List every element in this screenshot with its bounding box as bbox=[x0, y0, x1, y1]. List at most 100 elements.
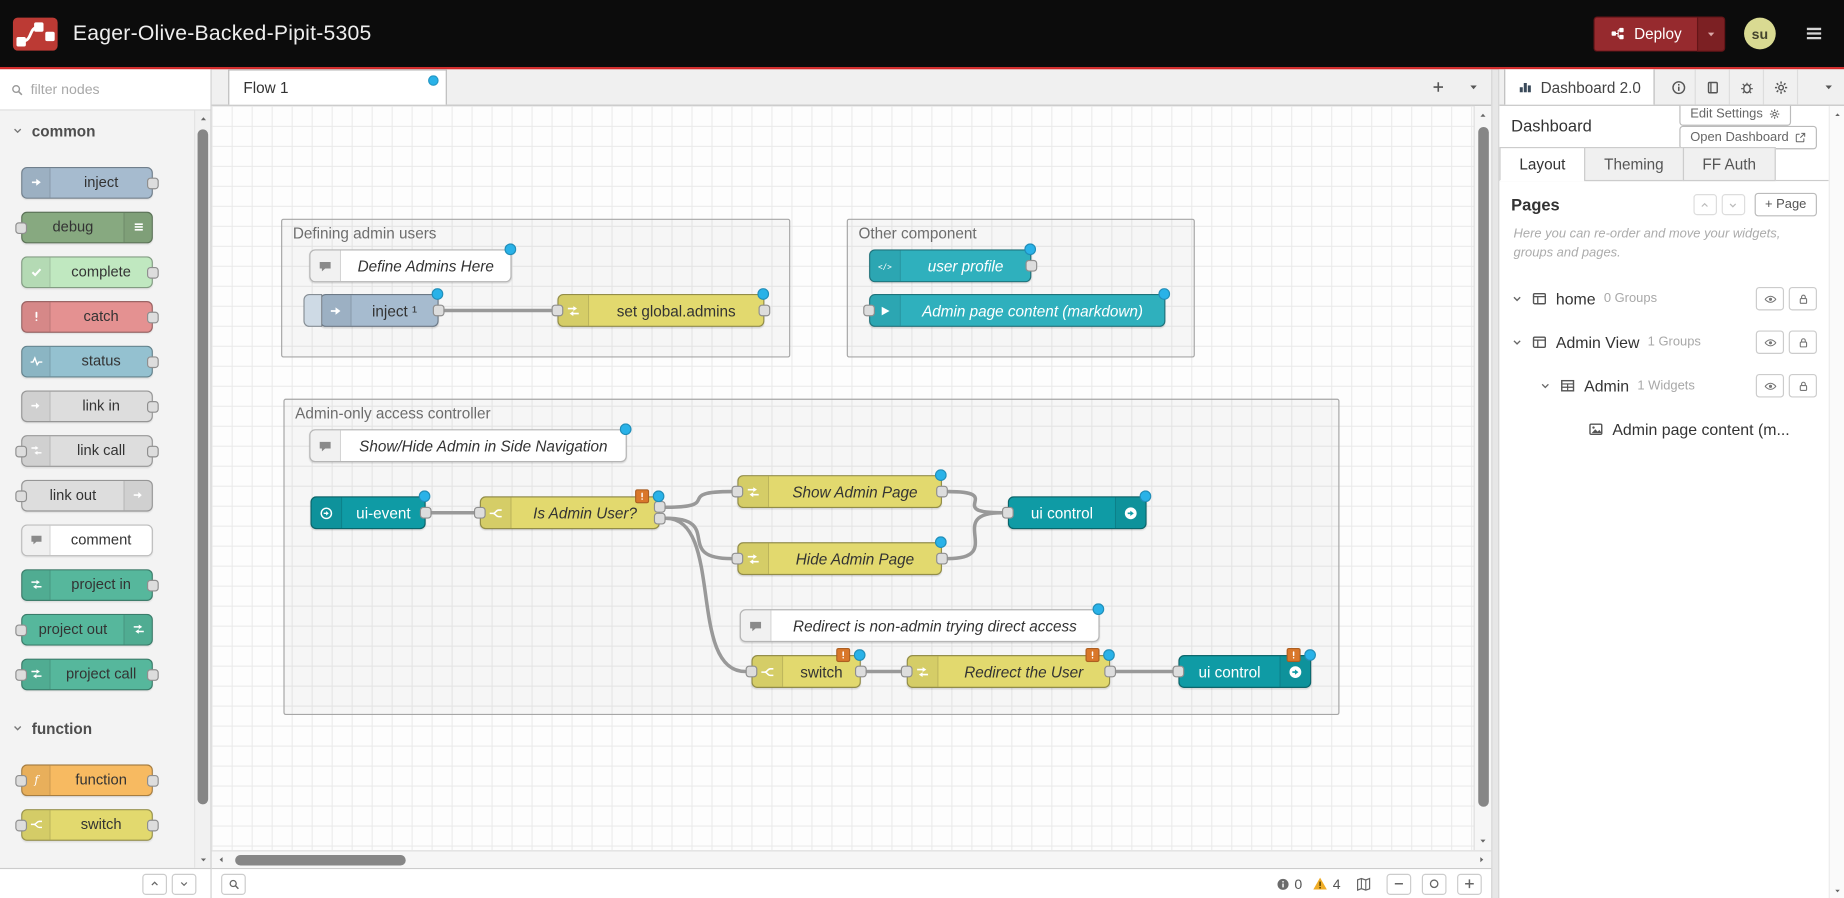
palette-node-inject[interactable]: inject bbox=[21, 166, 153, 198]
deploy-options-button[interactable] bbox=[1697, 16, 1725, 51]
flow-node-change1[interactable]: set global.admins bbox=[557, 294, 764, 327]
palette-node-status[interactable]: status bbox=[21, 345, 153, 377]
palette-node-comment[interactable]: comment bbox=[21, 524, 153, 556]
sidebar-scrollbar[interactable] bbox=[1829, 106, 1844, 898]
tab-layout[interactable]: Layout bbox=[1499, 147, 1585, 181]
move-page-down-button[interactable] bbox=[1721, 194, 1745, 215]
sidebar-tab-list-button[interactable] bbox=[1813, 69, 1844, 104]
flow-node-change3[interactable]: Hide Admin Page bbox=[737, 542, 942, 575]
page-tree-row-2[interactable]: Admin1 Widgets bbox=[1499, 364, 1828, 408]
flow-node-uicontrol2[interactable]: ui control bbox=[1178, 655, 1311, 688]
palette-filter-input[interactable] bbox=[31, 81, 200, 97]
node-input-port[interactable] bbox=[1002, 507, 1014, 519]
scroll-up-icon[interactable] bbox=[1475, 107, 1491, 123]
palette-expand-all-button[interactable] bbox=[172, 873, 197, 894]
navigator-toggle-button[interactable] bbox=[1351, 873, 1376, 894]
node-output-port[interactable] bbox=[1104, 666, 1116, 678]
palette-node-project-call[interactable]: project call bbox=[21, 658, 153, 690]
tab-config-button[interactable] bbox=[1764, 69, 1798, 104]
node-output-port[interactable] bbox=[1025, 260, 1037, 272]
palette-node-link-out[interactable]: link out bbox=[21, 479, 153, 511]
node-output-port[interactable] bbox=[759, 305, 771, 317]
scroll-right-icon[interactable] bbox=[1474, 851, 1490, 867]
node-output-port[interactable] bbox=[433, 305, 445, 317]
lock-toggle-button[interactable] bbox=[1789, 287, 1817, 311]
page-tree-row-3[interactable]: Admin page content (m... bbox=[1499, 408, 1828, 452]
zoom-reset-button[interactable] bbox=[1422, 873, 1447, 894]
tab-dashboard-2[interactable]: Dashboard 2.0 bbox=[1504, 69, 1655, 104]
palette-node-project-in[interactable]: project in bbox=[21, 569, 153, 601]
deploy-button[interactable]: Deploy bbox=[1593, 16, 1697, 51]
palette-category-function[interactable]: function bbox=[0, 708, 194, 748]
node-input-port[interactable] bbox=[746, 666, 758, 678]
node-input-port[interactable] bbox=[474, 507, 486, 519]
open-dashboard-button[interactable]: Open Dashboard bbox=[1680, 126, 1817, 150]
node-input-port[interactable] bbox=[731, 486, 743, 498]
canvas-vertical-scrollbar[interactable] bbox=[1474, 106, 1492, 850]
node-output-port[interactable] bbox=[936, 553, 948, 565]
canvas-horizontal-scrollbar[interactable] bbox=[212, 850, 1492, 868]
flow-canvas[interactable]: Defining admin usersOther componentAdmin… bbox=[212, 106, 1474, 850]
lock-toggle-button[interactable] bbox=[1789, 374, 1817, 398]
visibility-toggle-button[interactable] bbox=[1756, 374, 1784, 398]
flow-node-change2[interactable]: Show Admin Page bbox=[737, 475, 942, 508]
tab-debug-button[interactable] bbox=[1730, 69, 1764, 104]
lock-toggle-button[interactable] bbox=[1789, 331, 1817, 355]
palette-node-debug[interactable]: debug bbox=[21, 211, 153, 243]
node-output-port[interactable] bbox=[654, 501, 666, 513]
flow-tab[interactable]: Flow 1 bbox=[228, 69, 447, 104]
move-page-up-button[interactable] bbox=[1693, 194, 1717, 215]
flow-node-change4[interactable]: Redirect the User bbox=[907, 655, 1110, 688]
palette-collapse-all-button[interactable] bbox=[142, 873, 167, 894]
flow-node-markdown1[interactable]: Admin page content (markdown) bbox=[869, 294, 1165, 327]
scroll-up-icon[interactable] bbox=[1830, 106, 1844, 122]
tab-info-button[interactable] bbox=[1662, 69, 1696, 104]
visibility-toggle-button[interactable] bbox=[1756, 287, 1784, 311]
inject-button[interactable] bbox=[303, 294, 322, 327]
flow-node-uievent1[interactable]: ui-event bbox=[310, 496, 425, 529]
flow-node-template1[interactable]: </>user profile bbox=[869, 249, 1031, 282]
palette-node-link-call[interactable]: link call bbox=[21, 435, 153, 467]
flow-node-switch2[interactable]: switch bbox=[751, 655, 860, 688]
page-tree-row-0[interactable]: home0 Groups bbox=[1499, 277, 1828, 321]
flow-node-comment3[interactable]: Redirect is non-admin trying direct acce… bbox=[740, 609, 1100, 642]
flow-node-uicontrol1[interactable]: ui control bbox=[1008, 496, 1147, 529]
scroll-down-icon[interactable] bbox=[1830, 882, 1844, 898]
node-output-port[interactable] bbox=[420, 507, 432, 519]
zoom-in-button[interactable] bbox=[1457, 873, 1482, 894]
user-avatar[interactable]: su bbox=[1744, 18, 1776, 50]
canvas-hscroll-thumb[interactable] bbox=[235, 855, 406, 866]
palette-scroll-thumb[interactable] bbox=[198, 129, 209, 804]
canvas-vscroll-thumb[interactable] bbox=[1478, 127, 1489, 807]
palette-node-link-in[interactable]: link in bbox=[21, 390, 153, 422]
tab-help-button[interactable] bbox=[1696, 69, 1730, 104]
flow-node-comment2[interactable]: Show/Hide Admin in Side Navigation bbox=[309, 429, 627, 462]
node-input-port[interactable] bbox=[901, 666, 913, 678]
palette-node-switch[interactable]: switch bbox=[21, 809, 153, 841]
scroll-left-icon[interactable] bbox=[213, 851, 229, 867]
palette-scrollbar[interactable] bbox=[194, 111, 210, 868]
palette-node-catch[interactable]: catch bbox=[21, 300, 153, 332]
visibility-toggle-button[interactable] bbox=[1756, 331, 1784, 355]
page-tree-row-1[interactable]: Admin View1 Groups bbox=[1499, 321, 1828, 365]
flow-node-switch1[interactable]: Is Admin User? bbox=[480, 496, 660, 529]
scroll-up-icon[interactable] bbox=[195, 111, 210, 127]
sidebar-splitter[interactable] bbox=[1491, 69, 1499, 898]
tab-theming[interactable]: Theming bbox=[1584, 147, 1683, 181]
scroll-down-icon[interactable] bbox=[195, 851, 210, 867]
node-output-port[interactable] bbox=[855, 666, 867, 678]
flow-node-inject1[interactable]: inject ¹ bbox=[320, 294, 439, 327]
node-input-port[interactable] bbox=[731, 553, 743, 565]
node-input-port[interactable] bbox=[552, 305, 564, 317]
flow-node-comment1[interactable]: Define Admins Here bbox=[309, 249, 511, 282]
edit-settings-button[interactable]: Edit Settings bbox=[1680, 106, 1791, 126]
tab-ff-auth[interactable]: FF Auth bbox=[1682, 147, 1776, 181]
scroll-down-icon[interactable] bbox=[1475, 833, 1491, 849]
palette-node-complete[interactable]: complete bbox=[21, 256, 153, 288]
zoom-out-button[interactable] bbox=[1387, 873, 1412, 894]
node-input-port[interactable] bbox=[863, 305, 875, 317]
flow-list-button[interactable] bbox=[1456, 69, 1491, 104]
palette-node-project-out[interactable]: project out bbox=[21, 613, 153, 645]
node-input-port[interactable] bbox=[1172, 666, 1184, 678]
info-count[interactable]: 0 bbox=[1276, 876, 1303, 892]
